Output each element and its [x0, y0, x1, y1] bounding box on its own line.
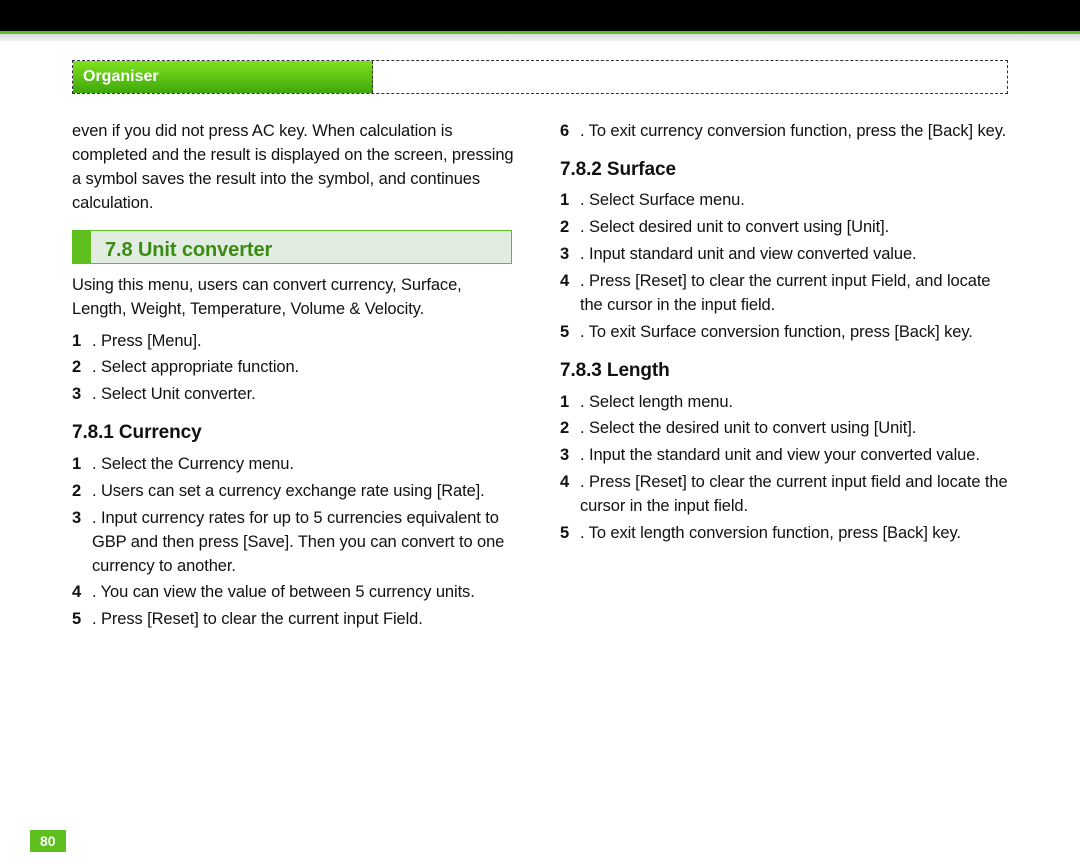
- right-column: 6. To exit currency conversion function,…: [560, 120, 1008, 642]
- step-number: 1: [560, 391, 580, 415]
- step-text: . Press [Reset] to clear the current inp…: [92, 608, 520, 632]
- step-text: . You can view the value of between 5 cu…: [92, 581, 520, 605]
- step-text: . Select length menu.: [580, 391, 1008, 415]
- subhead-length: 7.8.3 Length: [560, 357, 1008, 385]
- step-text: . Input currency rates for up to 5 curre…: [92, 507, 520, 579]
- step-number: 2: [72, 480, 92, 504]
- step-number: 5: [560, 522, 580, 546]
- step-number: 4: [560, 471, 580, 519]
- step-number: 3: [72, 383, 92, 407]
- step-text: . Users can set a currency exchange rate…: [92, 480, 520, 504]
- currency-steps-list: 1. Select the Currency menu. 2. Users ca…: [72, 453, 520, 632]
- section-intro: Using this menu, users can convert curre…: [72, 274, 520, 322]
- surface-steps-list: 1. Select Surface menu. 2. Select desire…: [560, 189, 1008, 345]
- window-top-bar: [0, 0, 1080, 34]
- step-number: 3: [560, 243, 580, 267]
- list-item: 3. Select Unit converter.: [72, 383, 520, 407]
- step-text: . To exit Surface conversion function, p…: [580, 321, 1008, 345]
- list-item: 4. Press [Reset] to clear the current in…: [560, 270, 1008, 318]
- list-item: 4. Press [Reset] to clear the current in…: [560, 471, 1008, 519]
- step-text: . To exit length conversion function, pr…: [580, 522, 1008, 546]
- section-banner-unit-converter: 7.8 Unit converter: [72, 230, 512, 264]
- content-columns: even if you did not press AC key. When c…: [72, 120, 1008, 642]
- left-column: even if you did not press AC key. When c…: [72, 120, 520, 642]
- step-number: 4: [72, 581, 92, 605]
- list-item: 1. Press [Menu].: [72, 330, 520, 354]
- list-item: 5. Press [Reset] to clear the current in…: [72, 608, 520, 632]
- page-number-badge: 80: [30, 830, 66, 852]
- step-text: . Select the Currency menu.: [92, 453, 520, 477]
- step-text: . Press [Reset] to clear the current inp…: [580, 270, 1008, 318]
- step-number: 2: [72, 356, 92, 380]
- banner-accent-block: [73, 231, 91, 263]
- length-steps-list: 1. Select length menu. 2. Select the des…: [560, 391, 1008, 547]
- list-item: 2. Select the desired unit to convert us…: [560, 417, 1008, 441]
- currency-continued-list: 6. To exit currency conversion function,…: [560, 120, 1008, 144]
- list-item: 5. To exit Surface conversion function, …: [560, 321, 1008, 345]
- step-text: . Input the standard unit and view your …: [580, 444, 1008, 468]
- list-item: 3. Input standard unit and view converte…: [560, 243, 1008, 267]
- list-item: 2. Users can set a currency exchange rat…: [72, 480, 520, 504]
- main-steps-list: 1. Press [Menu]. 2. Select appropriate f…: [72, 330, 520, 408]
- list-item: 6. To exit currency conversion function,…: [560, 120, 1008, 144]
- intro-paragraph: even if you did not press AC key. When c…: [72, 120, 520, 216]
- section-tab-strip: Organiser: [72, 60, 1008, 94]
- list-item: 1. Select Surface menu.: [560, 189, 1008, 213]
- section-tab-organiser: Organiser: [73, 61, 373, 93]
- list-item: 3. Input the standard unit and view your…: [560, 444, 1008, 468]
- list-item: 1. Select length menu.: [560, 391, 1008, 415]
- step-text: . Select Surface menu.: [580, 189, 1008, 213]
- step-text: . Select the desired unit to convert usi…: [580, 417, 1008, 441]
- step-text: . Press [Reset] to clear the current inp…: [580, 471, 1008, 519]
- step-number: 2: [560, 417, 580, 441]
- step-number: 5: [72, 608, 92, 632]
- tab-strip-empty: [373, 61, 1007, 93]
- step-number: 4: [560, 270, 580, 318]
- list-item: 5. To exit length conversion function, p…: [560, 522, 1008, 546]
- step-number: 2: [560, 216, 580, 240]
- step-number: 1: [72, 330, 92, 354]
- step-text: . Press [Menu].: [92, 330, 520, 354]
- manual-page: Organiser even if you did not press AC k…: [30, 48, 1050, 864]
- step-number: 1: [72, 453, 92, 477]
- step-text: . Select desired unit to convert using […: [580, 216, 1008, 240]
- step-number: 6: [560, 120, 580, 144]
- subhead-currency: 7.8.1 Currency: [72, 419, 520, 447]
- step-number: 1: [560, 189, 580, 213]
- list-item: 1. Select the Currency menu.: [72, 453, 520, 477]
- section-title: 7.8 Unit converter: [91, 231, 511, 263]
- list-item: 4. You can view the value of between 5 c…: [72, 581, 520, 605]
- step-text: . To exit currency conversion function, …: [580, 120, 1008, 144]
- list-item: 3. Input currency rates for up to 5 curr…: [72, 507, 520, 579]
- step-number: 3: [72, 507, 92, 579]
- list-item: 2. Select desired unit to convert using …: [560, 216, 1008, 240]
- step-text: . Select appropriate function.: [92, 356, 520, 380]
- step-number: 5: [560, 321, 580, 345]
- step-text: . Input standard unit and view converted…: [580, 243, 1008, 267]
- list-item: 2. Select appropriate function.: [72, 356, 520, 380]
- step-text: . Select Unit converter.: [92, 383, 520, 407]
- subhead-surface: 7.8.2 Surface: [560, 156, 1008, 184]
- step-number: 3: [560, 444, 580, 468]
